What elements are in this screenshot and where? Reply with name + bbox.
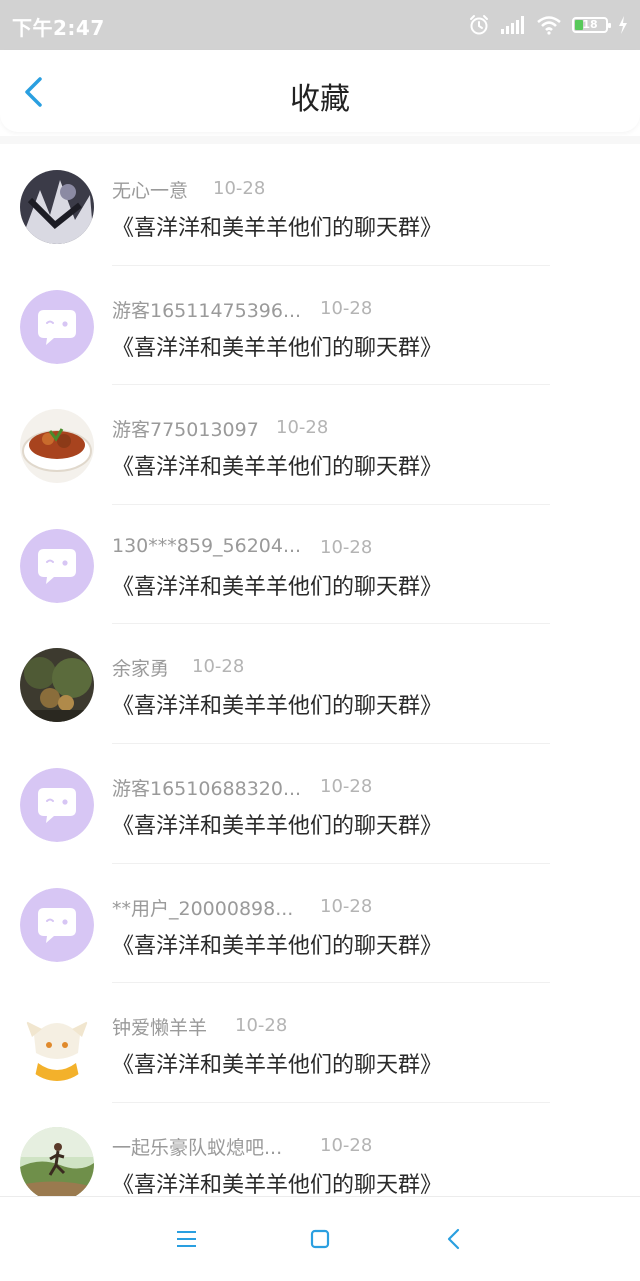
date-label: 10-28 [320,297,373,319]
square-icon [310,1229,330,1249]
list-item[interactable]: 游客16510688320... 10-28 《喜洋洋和美羊羊他们的聊天群》 [0,744,640,864]
avatar[interactable] [20,170,94,244]
avatar[interactable] [20,767,94,842]
list-item[interactable]: 游客775013097 10-28 《喜洋洋和美羊羊他们的聊天群》 [0,385,640,505]
user-name: 无心一意 [112,180,189,202]
chat-bubble-icon [20,767,94,842]
chat-bubble-icon [20,289,94,364]
list-item[interactable]: **用户_20000898... 10-28 《喜洋洋和美羊羊他们的聊天群》 [0,864,640,984]
user-name: **用户_20000898... [112,897,294,920]
status-icons: 18 [468,12,628,38]
date-label: 10-28 [213,178,266,199]
menu-button[interactable] [169,1221,205,1257]
charging-icon [619,16,627,34]
list-item[interactable]: 钟爱懒羊羊 10-28 《喜洋洋和美羊羊他们的聊天群》 [0,983,640,1103]
avatar[interactable] [20,289,94,364]
favorite-title: 《喜洋洋和美羊羊他们的聊天群》 [112,1172,443,1196]
page-title: 收藏 [290,82,350,117]
date-label: 10-28 [276,417,329,439]
header-divider [0,136,640,144]
favorite-title: 《喜洋洋和美羊羊他们的聊天群》 [112,335,443,361]
alarm-icon [470,15,488,35]
date-label: 10-28 [235,1015,288,1037]
battery-icon: 18 [572,17,611,33]
status-bar: 下午2:47 18 [0,0,640,50]
avatar[interactable] [20,409,94,484]
avatar[interactable] [20,887,94,962]
chat-bubble-icon [20,528,94,603]
menu-icon [177,1231,196,1247]
user-name: 游客775013097 [112,419,259,442]
date-label: 10-28 [320,1134,373,1156]
top-bar: 收藏 [0,50,640,132]
wifi-icon [537,16,561,35]
favorite-title: 《喜洋洋和美羊羊他们的聊天群》 [112,1053,443,1079]
date-label: 10-28 [320,895,373,917]
user-name: 游客16511475396... [112,299,302,322]
favorite-title: 《喜洋洋和美羊羊他们的聊天群》 [112,813,443,839]
avatar[interactable] [20,528,94,603]
favorite-title: 《喜洋洋和美羊羊他们的聊天群》 [112,933,443,959]
avatar[interactable] [20,1007,94,1082]
status-time: 下午2:47 [12,16,105,40]
date-label: 10-28 [320,536,373,558]
avatar[interactable] [20,1126,94,1196]
user-name: 一起乐豪队蚁熄吧... [112,1136,283,1159]
list-item[interactable]: 一起乐豪队蚁熄吧... 10-28 《喜洋洋和美羊羊他们的聊天群》 [0,1103,640,1196]
signal-icon [501,16,524,34]
user-name: 钟爱懒羊羊 [112,1017,208,1040]
user-name: 130***859_56204... [112,534,302,557]
date-label: 10-28 [320,775,373,797]
user-name: 游客16510688320... [112,777,302,800]
battery-level: 18 [582,18,598,31]
avatar[interactable] [20,648,94,723]
chat-bubble-icon [20,887,94,962]
home-button[interactable] [302,1221,338,1257]
favorite-title: 《喜洋洋和美羊羊他们的聊天群》 [112,455,443,481]
system-nav-bar [0,1196,640,1281]
favorite-title: 《喜洋洋和美羊羊他们的聊天群》 [112,216,443,241]
chevron-left-icon [447,1228,460,1250]
favorite-title: 《喜洋洋和美羊羊他们的聊天群》 [112,694,443,720]
date-label: 10-28 [192,656,245,678]
list-item[interactable]: 无心一意 10-28 《喜洋洋和美羊羊他们的聊天群》 [0,146,640,266]
list-item[interactable]: 余家勇 10-28 《喜洋洋和美羊羊他们的聊天群》 [0,624,640,744]
list-item[interactable]: 游客16511475396... 10-28 《喜洋洋和美羊羊他们的聊天群》 [0,266,640,386]
user-name: 余家勇 [112,658,170,681]
nav-back-button[interactable] [436,1221,472,1257]
favorites-list: 无心一意 10-28 《喜洋洋和美羊羊他们的聊天群》 游客16511475396...… [0,146,640,1196]
list-item[interactable]: 130***859_56204... 10-28 《喜洋洋和美羊羊他们的聊天群》 [0,505,640,625]
favorite-title: 《喜洋洋和美羊羊他们的聊天群》 [112,574,443,600]
